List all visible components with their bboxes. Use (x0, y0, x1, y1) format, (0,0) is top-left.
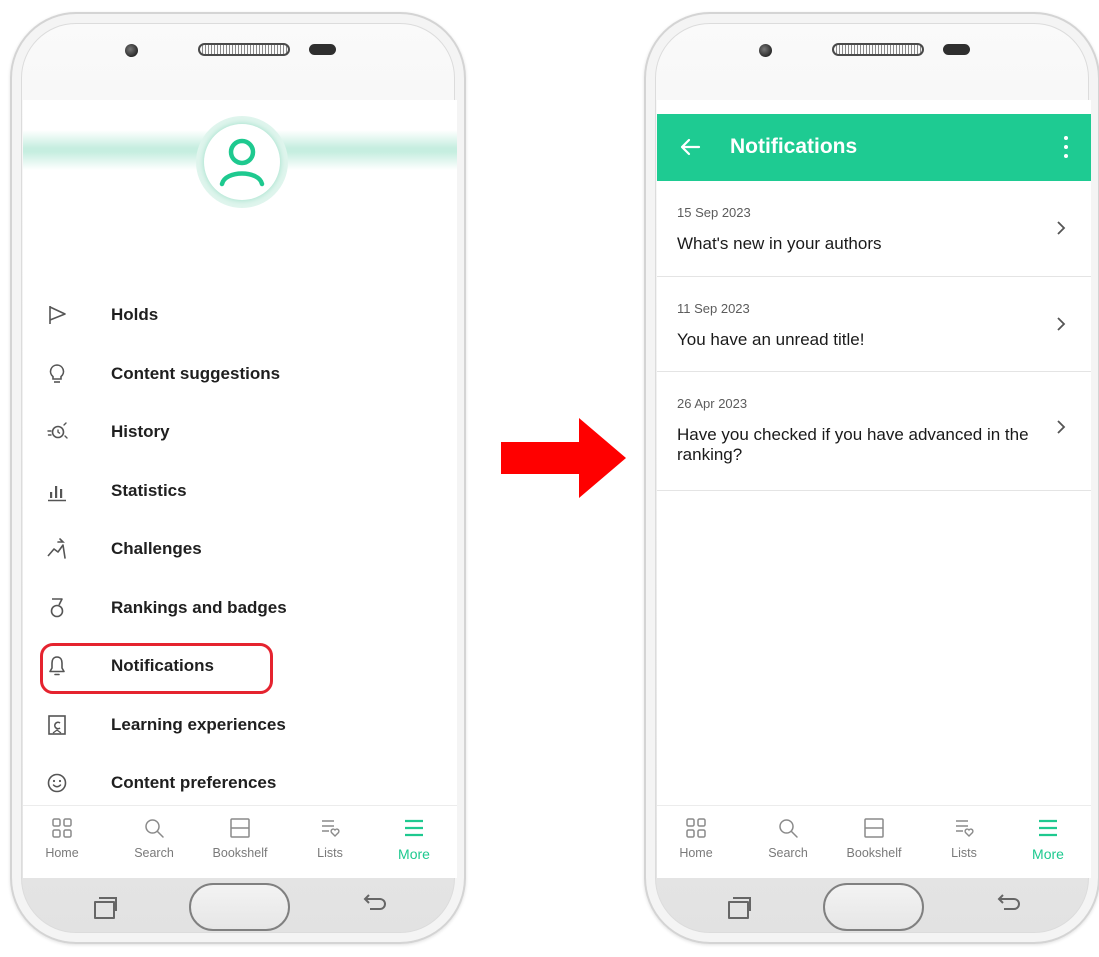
notification-list: 15 Sep 2023 What's new in your authors 1… (657, 181, 1091, 491)
menu-item-learning-experiences[interactable]: Learning experiences (23, 696, 457, 755)
earpiece-speaker (198, 43, 290, 56)
home-button[interactable] (823, 883, 924, 931)
notification-date: 11 Sep 2023 (677, 301, 750, 316)
list-heart-icon (956, 820, 974, 837)
menu-item-rankings-and-badges[interactable]: Rankings and badges (23, 579, 457, 638)
chevron-right-icon (1057, 317, 1066, 331)
history-icon (47, 422, 68, 439)
flag-icon (49, 306, 66, 325)
menu-item-label: Rankings and badges (111, 597, 287, 617)
bookshelf-icon (230, 818, 250, 838)
grid-icon (686, 818, 706, 838)
bell-icon (49, 656, 65, 676)
menu-item-content-suggestions[interactable]: Content suggestions (23, 345, 457, 404)
medal-icon (50, 597, 64, 618)
notifications-screen: Notifications 15 Sep 2023 What's new in … (657, 100, 1091, 878)
notification-item[interactable]: 11 Sep 2023 You have an unread title! (657, 277, 1091, 372)
app-bar: Notifications (657, 114, 1091, 181)
nav-label: Search (768, 846, 808, 860)
more-menu-list: Holds Content suggestions History Statis… (23, 286, 457, 813)
grid-icon (52, 818, 72, 838)
more-menu-screen: Holds Content suggestions History Statis… (23, 100, 457, 878)
back-button-icon[interactable] (358, 890, 388, 916)
menu-item-label: History (111, 422, 170, 442)
proximity-sensor (943, 44, 970, 55)
more-options-icon[interactable] (1063, 136, 1069, 160)
back-button-icon[interactable] (992, 890, 1022, 916)
chevron-right-icon (1057, 221, 1066, 235)
front-camera (125, 44, 138, 57)
proximity-sensor (309, 44, 336, 55)
nav-lists[interactable]: Lists (295, 816, 365, 872)
smiley-icon (47, 773, 67, 793)
menu-item-label: Content preferences (111, 773, 277, 793)
nav-label: Bookshelf (212, 846, 268, 860)
menu-item-label: Notifications (111, 656, 214, 676)
menu-item-challenges[interactable]: Challenges (23, 520, 457, 579)
nav-label: Lists (317, 846, 343, 860)
phone-frame-right: Notifications 15 Sep 2023 What's new in … (644, 12, 1099, 944)
recent-apps-button[interactable] (94, 897, 117, 919)
search-icon (779, 819, 798, 838)
notification-date: 26 Apr 2023 (677, 396, 748, 411)
nav-search[interactable]: Search (119, 816, 189, 872)
menu-item-label: Holds (111, 305, 159, 325)
nav-label: Bookshelf (846, 846, 902, 860)
bookmark-icon (48, 714, 66, 735)
nav-more[interactable]: More (379, 816, 449, 872)
nav-bookshelf[interactable]: Bookshelf (839, 816, 909, 872)
menu-item-label: Challenges (111, 539, 202, 559)
recent-apps-button[interactable] (728, 897, 751, 919)
challenge-icon (47, 538, 66, 560)
page-title: Notifications (730, 135, 858, 158)
nav-lists[interactable]: Lists (929, 816, 999, 872)
nav-search[interactable]: Search (753, 816, 823, 872)
transition-arrow-icon (501, 418, 626, 498)
nav-home[interactable]: Home (27, 816, 97, 872)
list-heart-icon (322, 820, 340, 837)
menu-icon (405, 819, 423, 837)
front-camera (759, 44, 772, 57)
menu-item-statistics[interactable]: Statistics (23, 462, 457, 521)
phone-frame-left: Holds Content suggestions History Statis… (10, 12, 466, 944)
notification-item[interactable]: 15 Sep 2023 What's new in your authors (657, 181, 1091, 277)
back-arrow-icon[interactable] (679, 136, 701, 158)
menu-item-content-preferences[interactable]: Content preferences (23, 754, 457, 813)
menu-item-history[interactable]: History (23, 403, 457, 462)
bookshelf-icon (864, 818, 884, 838)
nav-home[interactable]: Home (661, 816, 731, 872)
home-button[interactable] (189, 883, 290, 931)
bottom-navigation: Home Search Bookshelf Lists More (23, 805, 457, 878)
menu-icon (1039, 819, 1057, 837)
lightbulb-icon (49, 363, 65, 383)
user-icon (219, 138, 265, 187)
notification-item[interactable]: 26 Apr 2023 Have you checked if you have… (657, 372, 1091, 491)
nav-label: Search (134, 846, 174, 860)
nav-more[interactable]: More (1013, 816, 1083, 872)
chevron-right-icon (1057, 420, 1066, 434)
notification-text: What's new in your authors (677, 234, 882, 253)
notification-text: Have you checked if you have advanced in… (677, 425, 1029, 464)
earpiece-speaker (832, 43, 924, 56)
nav-bookshelf[interactable]: Bookshelf (205, 816, 275, 872)
nav-label: More (1032, 846, 1064, 862)
menu-item-holds[interactable]: Holds (23, 286, 457, 345)
nav-label: More (398, 846, 430, 862)
menu-item-label: Statistics (111, 480, 187, 500)
bottom-navigation: Home Search Bookshelf Lists More (657, 805, 1091, 878)
nav-label: Home (679, 846, 713, 860)
menu-item-label: Content suggestions (111, 363, 281, 383)
nav-label: Lists (951, 846, 977, 860)
notification-text: You have an unread title! (677, 330, 865, 349)
menu-item-label: Learning experiences (111, 714, 286, 734)
notification-date: 15 Sep 2023 (677, 205, 751, 220)
search-icon (145, 819, 164, 838)
bar-chart-icon (48, 485, 66, 501)
menu-item-notifications[interactable]: Notifications (23, 637, 457, 696)
nav-label: Home (45, 846, 79, 860)
avatar[interactable] (204, 124, 280, 200)
